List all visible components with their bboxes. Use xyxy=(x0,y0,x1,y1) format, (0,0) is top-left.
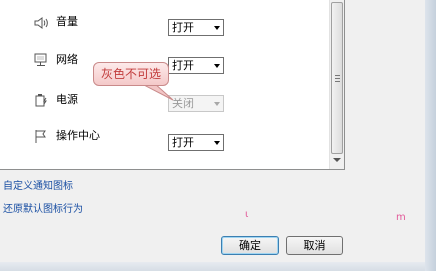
cancel-button[interactable]: 取消 xyxy=(286,236,343,255)
action-center-behavior-select[interactable]: 打开 xyxy=(168,134,224,151)
customize-notification-icons-link[interactable]: 自定义通知图标 xyxy=(3,181,73,193)
annotation-callout: 灰色不可选 xyxy=(93,62,169,86)
network-behavior-value: 打开 xyxy=(172,59,194,72)
volume-behavior-select[interactable]: 打开 xyxy=(168,19,224,36)
chevron-down-icon xyxy=(214,64,220,68)
row-label-network: 网络 xyxy=(56,53,78,66)
restore-default-icon-behaviors-link[interactable]: 还原默认图标行为 xyxy=(3,204,83,216)
power-icon xyxy=(35,94,47,107)
network-behavior-select[interactable]: 打开 xyxy=(168,57,224,74)
network-icon xyxy=(34,53,47,66)
window-frame-right xyxy=(425,0,436,271)
row-label-action-center: 操作中心 xyxy=(56,129,100,142)
vertical-scrollbar[interactable] xyxy=(329,0,344,169)
ok-button[interactable]: 确定 xyxy=(221,236,279,255)
row-label-volume: 音量 xyxy=(56,15,78,28)
power-behavior-value: 关闭 xyxy=(172,97,194,110)
action-center-behavior-value: 打开 xyxy=(172,136,194,149)
pink-mark: m xyxy=(396,212,406,223)
chevron-down-icon xyxy=(214,141,220,145)
speaker-icon xyxy=(34,17,48,29)
system-icons-panel: 音量 打开 网络 打开 电源 关闭 操作中心 打开 灰色不可选 xyxy=(0,0,345,170)
window-frame-bottom xyxy=(0,262,425,271)
power-behavior-select: 关闭 xyxy=(168,95,224,112)
volume-behavior-value: 打开 xyxy=(172,21,194,34)
scroll-down-arrow-icon[interactable] xyxy=(333,158,341,162)
row-label-power: 电源 xyxy=(56,93,78,106)
chevron-down-icon xyxy=(214,26,220,30)
action-center-flag-icon xyxy=(35,130,46,143)
chevron-down-icon xyxy=(214,102,220,106)
pink-mark: ι xyxy=(245,209,249,220)
scrollbar-thumb[interactable] xyxy=(331,2,343,154)
